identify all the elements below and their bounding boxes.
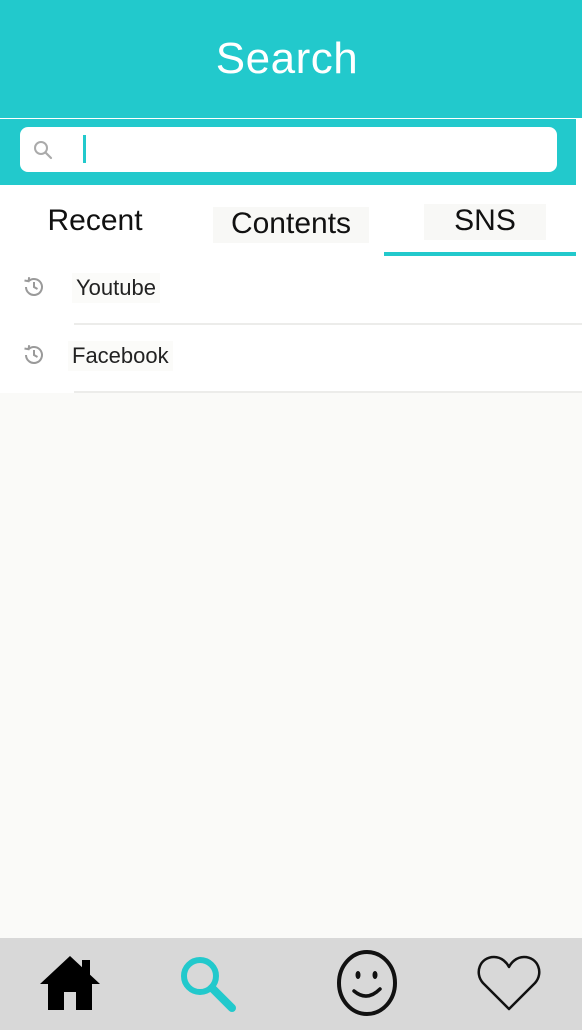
page-title: Search xyxy=(215,34,359,83)
search-input[interactable] xyxy=(62,133,542,165)
history-icon xyxy=(24,277,43,296)
nav-home-button[interactable] xyxy=(35,948,105,1018)
list-item[interactable]: Youtube xyxy=(0,257,582,325)
search-icon xyxy=(34,141,53,160)
list-item-label: Youtube xyxy=(72,273,160,303)
search-icon xyxy=(181,957,236,1012)
tab-bar: Recent Contents SNS xyxy=(0,185,582,257)
search-bar xyxy=(0,119,576,185)
list-item-label: Facebook xyxy=(68,341,173,371)
smiley-icon xyxy=(337,950,397,1016)
heart-icon xyxy=(477,955,541,1011)
list-item[interactable]: Facebook xyxy=(0,325,582,393)
text-cursor xyxy=(83,135,86,163)
nav-favorites-button[interactable] xyxy=(474,948,544,1018)
tab-sns[interactable]: SNS xyxy=(424,204,546,240)
content-area xyxy=(0,393,582,938)
tab-recent[interactable]: Recent xyxy=(36,204,154,240)
bottom-nav xyxy=(0,938,582,1030)
home-icon xyxy=(40,956,100,1010)
active-tab-indicator xyxy=(384,252,576,256)
search-box[interactable] xyxy=(20,127,557,172)
nav-search-button[interactable] xyxy=(172,948,242,1018)
history-icon xyxy=(24,345,43,364)
history-list: Youtube Facebook xyxy=(0,257,582,393)
tab-contents[interactable]: Contents xyxy=(213,207,369,243)
nav-profile-button[interactable] xyxy=(332,948,402,1018)
header: Search xyxy=(0,0,582,118)
